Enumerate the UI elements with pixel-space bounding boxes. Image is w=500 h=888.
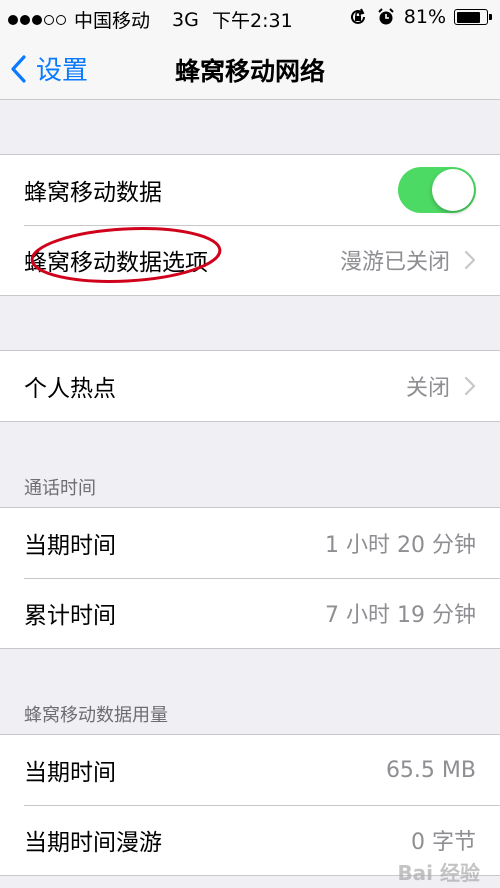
cellular-data-row: 蜂窝移动数据 (0, 155, 500, 225)
data-usage-header: 蜂窝移动数据用量 (24, 705, 168, 726)
data-usage-group: 当期时间 65.5 MB 当期时间漫游 0 字节 (0, 734, 500, 876)
call-time-row: 当期时间 1 小时 20 分钟 (0, 508, 500, 578)
battery-percent: 81% (403, 6, 446, 28)
personal-hotspot-value: 关闭 (405, 376, 450, 401)
lifetime-label: 累计时间 (24, 603, 116, 629)
watermark: Bai 经验 (397, 861, 480, 885)
roaming-usage-value: 0 字节 (411, 830, 476, 855)
cellular-group: 蜂窝移动数据 蜂窝移动数据选项 漫游已关闭 (0, 154, 500, 296)
call-time-row: 累计时间 7 小时 19 分钟 (0, 578, 500, 648)
current-period-value: 1 小时 20 分钟 (325, 533, 476, 558)
personal-hotspot-label: 个人热点 (24, 376, 116, 402)
status-left: 中国移动 3G (8, 6, 199, 33)
status-bar: 中国移动 3G 下午2:31 81% (0, 0, 500, 36)
alarm-icon (378, 8, 394, 25)
cellular-data-options-row[interactable]: 蜂窝移动数据选项 漫游已关闭 (0, 225, 500, 295)
roaming-usage-label: 当期时间漫游 (24, 830, 162, 856)
navigation-bar: 设置 蜂窝移动网络 (0, 36, 500, 100)
network-type: 3G (172, 8, 199, 31)
current-period-label: 当期时间 (24, 533, 116, 559)
carrier-name: 中国移动 (74, 10, 151, 32)
roaming-status: 漫游已关闭 (339, 250, 450, 275)
call-time-header: 通话时间 (24, 478, 96, 499)
cellular-data-label: 蜂窝移动数据 (24, 180, 162, 206)
chevron-right-icon (464, 376, 476, 396)
chevron-right-icon (464, 250, 476, 270)
battery-icon (454, 9, 492, 25)
personal-hotspot-row[interactable]: 个人热点 关闭 (0, 351, 500, 421)
status-right: 81% (348, 6, 492, 28)
call-time-group: 当期时间 1 小时 20 分钟 累计时间 7 小时 19 分钟 (0, 507, 500, 649)
signal-strength-icon (8, 14, 66, 25)
clock: 下午2:31 (212, 10, 293, 32)
hotspot-group: 个人热点 关闭 (0, 350, 500, 422)
page-title: 蜂窝移动网络 (174, 57, 325, 86)
current-period-usage-label: 当期时间 (24, 760, 116, 786)
lifetime-value: 7 小时 19 分钟 (325, 603, 476, 628)
data-usage-row: 当期时间 65.5 MB (0, 735, 500, 805)
cellular-data-toggle[interactable] (398, 167, 476, 213)
current-period-usage-value: 65.5 MB (385, 757, 476, 783)
rotation-lock-icon (350, 8, 365, 24)
toggle-knob (432, 169, 474, 211)
cellular-data-options-label: 蜂窝移动数据选项 (24, 250, 208, 276)
